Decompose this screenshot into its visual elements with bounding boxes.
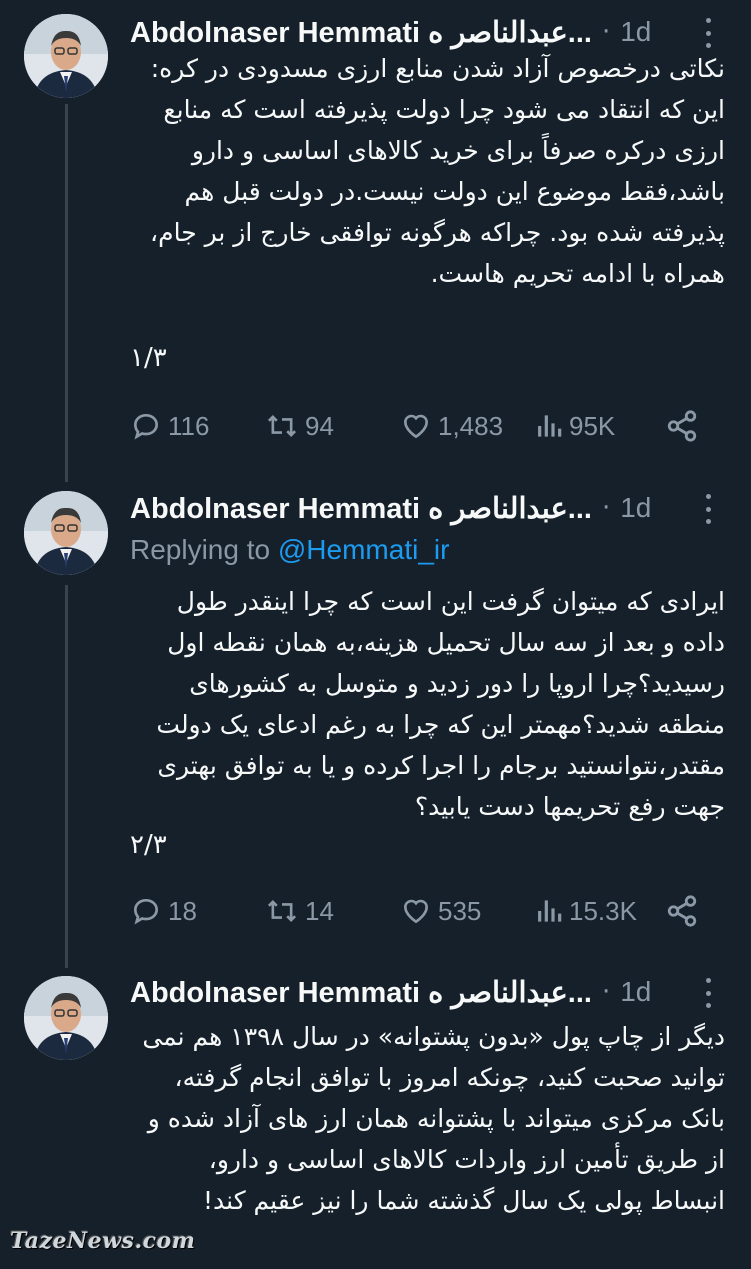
thread-counter: ۲/۳ <box>130 830 167 860</box>
tweet-text: نکاتی درخصوص آزاد شدن منابع ارزی مسدودی … <box>150 54 725 288</box>
views-icon <box>538 900 562 922</box>
views-icon <box>538 415 562 437</box>
action-bar: 18 14 535 15.3K <box>130 891 710 931</box>
like-icon <box>403 414 429 439</box>
timestamp[interactable]: 1d <box>620 492 651 524</box>
retweet-icon <box>267 899 297 923</box>
views-count: 15.3K <box>569 895 637 926</box>
views-button[interactable]: 15.3K <box>535 891 637 931</box>
retweet-count: 14 <box>305 895 334 926</box>
like-button[interactable]: 535 <box>400 891 481 931</box>
author-name[interactable]: Abdolnaser Hemmati عبدالناصر ه... <box>130 15 592 50</box>
like-count: 1,483 <box>438 410 504 441</box>
tweet-1[interactable]: Abdolnaser Hemmati عبدالناصر ه... · 1d ن… <box>0 0 751 480</box>
views-count: 95K <box>569 410 616 441</box>
retweet-button[interactable]: 94 <box>265 406 334 446</box>
replying-handle-link[interactable]: @Hemmati_ir <box>278 534 450 565</box>
share-button[interactable] <box>665 891 705 931</box>
avatar[interactable] <box>24 976 108 1060</box>
tweet-header: Abdolnaser Hemmati عبدالناصر ه... · 1d <box>130 488 721 528</box>
views-button[interactable]: 95K <box>535 406 615 446</box>
reply-button[interactable]: 18 <box>130 891 197 931</box>
author-name[interactable]: Abdolnaser Hemmati عبدالناصر ه... <box>130 491 592 526</box>
reply-count: 116 <box>168 410 210 441</box>
retweet-button[interactable]: 14 <box>265 891 334 931</box>
avatar[interactable] <box>24 491 108 575</box>
tweet-header: Abdolnaser Hemmati عبدالناصر ه... · 1d <box>130 972 721 1012</box>
avatar[interactable] <box>24 14 108 98</box>
replying-to: Replying to @Hemmati_ir <box>130 534 449 566</box>
retweet-icon <box>267 414 297 438</box>
like-button[interactable]: 1,483 <box>400 406 503 446</box>
reply-icon <box>133 898 159 925</box>
reply-icon <box>133 413 159 440</box>
like-count: 535 <box>438 895 482 926</box>
share-button[interactable] <box>665 406 705 446</box>
watermark: TazeNews.com <box>10 1228 196 1254</box>
thread-line <box>65 585 68 968</box>
more-icon[interactable] <box>695 978 721 1008</box>
timestamp[interactable]: 1d <box>620 16 651 48</box>
like-icon <box>403 899 429 924</box>
timestamp[interactable]: 1d <box>620 976 651 1008</box>
tweet-header: Abdolnaser Hemmati عبدالناصر ه... · 1d <box>130 12 721 52</box>
share-icon <box>667 410 697 442</box>
replying-label: Replying to <box>130 534 271 565</box>
tweet-text: دیگر از چاپ پول «بدون پشتوانه» در سال ۱۳… <box>142 1022 725 1215</box>
separator-dot: · <box>601 493 611 523</box>
reply-count: 18 <box>168 895 197 926</box>
author-name[interactable]: Abdolnaser Hemmati عبدالناصر ه... <box>130 975 592 1010</box>
more-icon[interactable] <box>695 18 721 48</box>
share-icon <box>667 895 697 927</box>
thread-counter: ۱/۳ <box>130 343 167 373</box>
retweet-count: 94 <box>305 410 334 441</box>
action-bar: 116 94 1,483 95K <box>130 406 710 446</box>
more-icon[interactable] <box>695 494 721 524</box>
reply-button[interactable]: 116 <box>130 406 209 446</box>
tweet-text: ایرادی که میتوان گرفت این است که چرا این… <box>156 587 725 821</box>
separator-dot: · <box>601 17 611 47</box>
separator-dot: · <box>601 977 611 1007</box>
